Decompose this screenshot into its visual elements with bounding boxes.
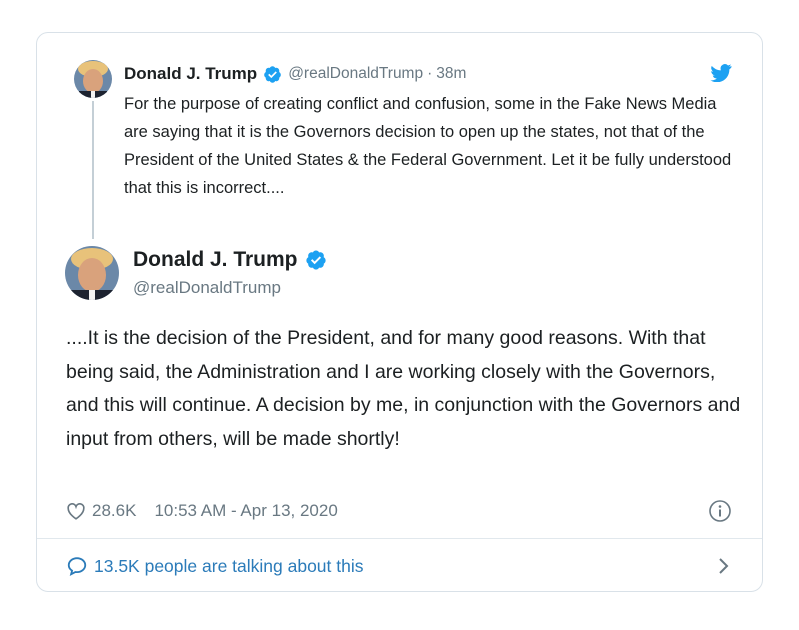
heart-icon[interactable] [66, 502, 86, 520]
parent-tweet-header: Donald J. Trump @realDonaldTrump · 38m [124, 64, 466, 84]
main-avatar[interactable] [65, 246, 119, 300]
conversation-link[interactable]: 13.5K people are talking about this [66, 553, 732, 579]
info-icon[interactable] [708, 499, 732, 523]
parent-tweet-time[interactable]: 38m [436, 65, 466, 83]
like-count[interactable]: 28.6K [92, 501, 136, 521]
parent-avatar[interactable] [74, 60, 112, 98]
speech-bubble-icon [67, 557, 87, 577]
parent-author-handle[interactable]: @realDonaldTrump [288, 65, 423, 83]
parent-author-name[interactable]: Donald J. Trump [124, 64, 257, 84]
chevron-right-icon[interactable] [718, 557, 730, 575]
main-author-name[interactable]: Donald J. Trump [133, 248, 298, 272]
thread-connector-line [92, 101, 94, 239]
tweet-timestamp[interactable]: 10:53 AM - Apr 13, 2020 [154, 501, 337, 521]
embedded-tweet-card: Donald J. Trump @realDonaldTrump · 38m F… [36, 32, 763, 592]
footer-divider [37, 538, 762, 539]
tweet-meta-row: 28.6K 10:53 AM - Apr 13, 2020 [66, 498, 732, 524]
twitter-bird-icon[interactable] [710, 64, 732, 82]
main-author-handle[interactable]: @realDonaldTrump [133, 278, 281, 298]
main-author-name-row: Donald J. Trump [133, 248, 333, 272]
talking-about-text[interactable]: 13.5K people are talking about this [94, 556, 364, 577]
parent-tweet-text: For the purpose of creating conflict and… [124, 95, 732, 197]
separator-dot: · [427, 65, 433, 82]
parent-tweet[interactable]: Donald J. Trump @realDonaldTrump · 38m F… [37, 33, 762, 248]
main-tweet-text: ....It is the decision of the President,… [66, 327, 741, 450]
verified-badge-icon [264, 65, 281, 83]
verified-badge-icon [305, 250, 326, 270]
